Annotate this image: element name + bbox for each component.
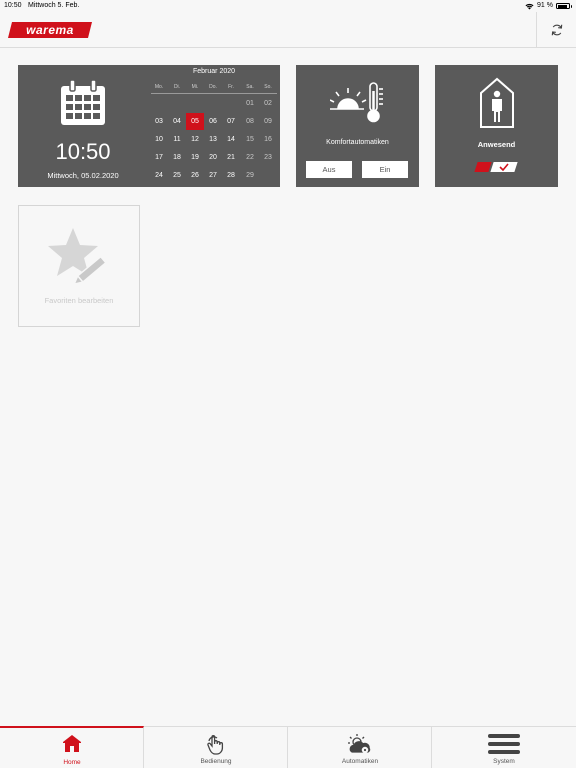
refresh-button[interactable] bbox=[536, 12, 576, 48]
calendar-day[interactable]: 06 bbox=[204, 113, 222, 130]
calendar-day[interactable]: 25 bbox=[168, 167, 186, 184]
warema-logo: warema bbox=[8, 22, 92, 38]
calendar-day[interactable]: 19 bbox=[186, 149, 204, 166]
calendar-weekday: Mi. bbox=[191, 84, 199, 90]
calendar-weekday: Fr. bbox=[228, 84, 234, 90]
calendar-day[interactable]: 10 bbox=[150, 131, 168, 148]
calendar-day[interactable]: 09 bbox=[259, 113, 277, 130]
calendar-divider bbox=[151, 93, 277, 94]
calendar-card[interactable]: 10:50 Mittwoch, 05.02.2020 Februar 2020 … bbox=[18, 65, 280, 187]
favorites-label: Favoriten bearbeiten bbox=[44, 296, 114, 305]
tab-system[interactable]: System bbox=[432, 727, 576, 768]
refresh-icon bbox=[551, 24, 562, 36]
star-pencil-icon bbox=[48, 228, 107, 286]
presence-card[interactable]: Anwesend bbox=[435, 65, 558, 187]
app-header: warema bbox=[0, 12, 576, 48]
status-time: 10:50 bbox=[4, 2, 22, 9]
calendar-day[interactable]: 08 bbox=[241, 113, 259, 130]
calendar-day[interactable]: 21 bbox=[222, 149, 240, 166]
calendar-day[interactable]: 01 bbox=[241, 95, 259, 112]
calendar-day[interactable]: 23 bbox=[259, 149, 277, 166]
calendar-day[interactable]: 26 bbox=[186, 167, 204, 184]
status-bar: 10:50 Mittwoch 5. Feb. 91 % bbox=[0, 0, 576, 12]
calendar-day-today[interactable]: 05 bbox=[186, 113, 204, 130]
comfort-on-button[interactable]: Ein bbox=[362, 161, 408, 178]
clock-time: 10:50 bbox=[55, 139, 111, 164]
calendar-day[interactable]: 24 bbox=[150, 167, 168, 184]
presence-label: Anwesend bbox=[477, 140, 516, 149]
home-icon bbox=[63, 735, 81, 752]
calendar-day[interactable]: 11 bbox=[168, 131, 186, 148]
calendar-day[interactable]: 13 bbox=[204, 131, 222, 148]
calendar-day[interactable]: 07 bbox=[222, 113, 240, 130]
tab-home[interactable]: Home bbox=[0, 726, 144, 768]
calendar-weekday: Do. bbox=[209, 84, 217, 90]
calendar-day[interactable]: 27 bbox=[204, 167, 222, 184]
favorites-edit-card[interactable]: Favoriten bearbeiten bbox=[18, 205, 140, 327]
calendar-day[interactable]: 15 bbox=[241, 131, 259, 148]
wifi-icon bbox=[525, 3, 534, 9]
sun-thermometer-icon bbox=[330, 82, 383, 123]
comfort-label: Komfortautomatiken bbox=[326, 139, 389, 146]
comfort-off-button[interactable]: Aus bbox=[306, 161, 352, 178]
calendar-day[interactable]: 12 bbox=[186, 131, 204, 148]
calendar-day[interactable]: 28 bbox=[222, 167, 240, 184]
tab-bedienung-label: Bedienung bbox=[200, 758, 232, 765]
calendar-day[interactable]: 16 bbox=[259, 131, 277, 148]
calendar-day[interactable]: 02 bbox=[259, 95, 277, 112]
comfort-automatics-card: Komfortautomatiken Aus Ein bbox=[296, 65, 419, 187]
tab-home-label: Home bbox=[63, 759, 81, 766]
calendar-day[interactable]: 03 bbox=[150, 113, 168, 130]
tab-automatiken-label: Automatiken bbox=[341, 758, 379, 765]
calendar-weekday: So. bbox=[264, 84, 272, 90]
calendar-day[interactable]: 04 bbox=[168, 113, 186, 130]
check-icon bbox=[499, 163, 509, 171]
tab-system-label: System bbox=[493, 758, 515, 765]
battery-percent: 91 % bbox=[537, 2, 553, 9]
presence-toggle[interactable] bbox=[474, 162, 518, 172]
hand-touch-icon bbox=[207, 735, 224, 755]
tab-automatiken[interactable]: Automatiken bbox=[288, 727, 432, 768]
logo-text: warema bbox=[26, 23, 74, 37]
battery-icon bbox=[556, 3, 572, 9]
calendar-day[interactable]: 22 bbox=[241, 149, 259, 166]
calendar-day[interactable]: 29 bbox=[241, 167, 259, 184]
calendar-day[interactable]: 17 bbox=[150, 149, 168, 166]
calendar-month-title: Februar 2020 bbox=[192, 68, 236, 75]
calendar-weekday: Mo. bbox=[154, 84, 164, 90]
calendar-day[interactable]: 18 bbox=[168, 149, 186, 166]
clock-date: Mittwoch, 05.02.2020 bbox=[47, 171, 119, 180]
month-calendar: Februar 2020 Mo. Di. Mi. Do. Fr. Sa. So. 01 02 0… bbox=[150, 65, 278, 187]
tab-bar: Home Bedienung Automatiken System bbox=[0, 726, 576, 768]
calendar-day[interactable]: 14 bbox=[222, 131, 240, 148]
status-date: Mittwoch 5. Feb. bbox=[28, 2, 80, 9]
status-right: 91 % bbox=[525, 0, 572, 12]
tab-bedienung[interactable]: Bedienung bbox=[144, 727, 288, 768]
calendar-icon bbox=[61, 79, 105, 125]
house-person-icon bbox=[480, 77, 514, 128]
calendar-day[interactable]: 20 bbox=[204, 149, 222, 166]
calendar-weekday: Sa. bbox=[246, 84, 254, 90]
list-icon bbox=[488, 734, 520, 754]
calendar-weekday: Di. bbox=[173, 84, 181, 90]
weather-gear-icon bbox=[348, 734, 371, 754]
